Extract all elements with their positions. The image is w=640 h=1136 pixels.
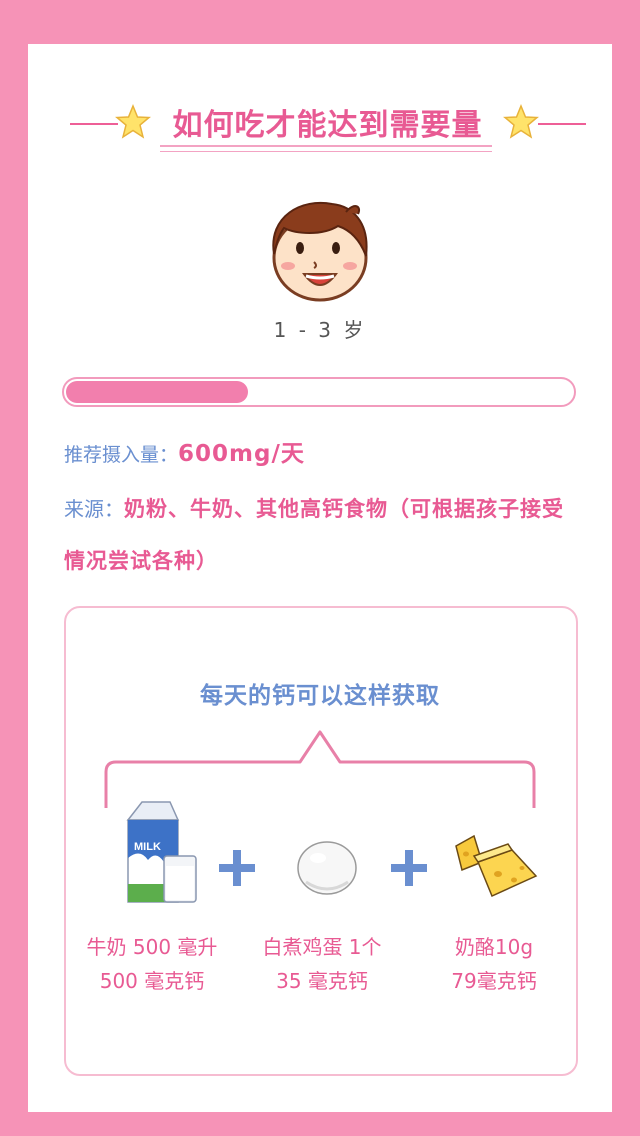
svg-text:MILK: MILK [134,841,161,853]
star-icon [115,104,151,139]
milk-carton-glass-icon: MILK [126,801,197,903]
food-amount: 白煮鸡蛋 1个 [262,935,382,959]
plus-icon [391,850,427,886]
source-value: 奶粉、牛奶、其他高钙食物（可根据孩子接受情况尝试各种） [64,497,564,573]
title-underline [160,145,492,147]
food-amount: 牛奶 500 毫升 [86,935,218,959]
boiled-egg-icon [297,841,357,895]
intake-value: 600mg/天 [178,441,305,467]
milk-caption: 牛奶 500 毫升 500 毫克钙 [62,930,242,998]
intake-label: 推荐摄入量： [64,444,179,466]
daily-calcium-title: 每天的钙可以这样获取 [200,683,440,709]
intake-progress-bar [62,377,576,407]
child-face-icon [272,201,368,302]
title-underline [160,151,492,152]
calcium-amount: 79毫克钙 [451,969,537,993]
food-amount: 奶酪10g [454,935,534,959]
calcium-amount: 500 毫克钙 [99,969,205,993]
title-divider-left [70,123,118,125]
star-icon [503,104,539,139]
recommended-intake: 推荐摄入量：600mg/天 [64,434,305,468]
title-divider-right [538,123,586,125]
cheese-caption: 奶酪10g 79毫克钙 [404,930,584,998]
progress-fill [66,381,248,403]
cheese-icon [455,834,538,898]
calcium-source: 来源：奶粉、牛奶、其他高钙食物（可根据孩子接受情况尝试各种） [64,484,584,588]
egg-caption: 白煮鸡蛋 1个 35 毫克钙 [232,930,412,998]
age-label: 1 - 3 岁 [273,318,367,342]
plus-icon [219,850,255,886]
calcium-amount: 35 毫克钙 [276,969,368,993]
source-label: 来源： [64,497,124,521]
page-title: 如何吃才能达到需要量 [172,108,483,143]
